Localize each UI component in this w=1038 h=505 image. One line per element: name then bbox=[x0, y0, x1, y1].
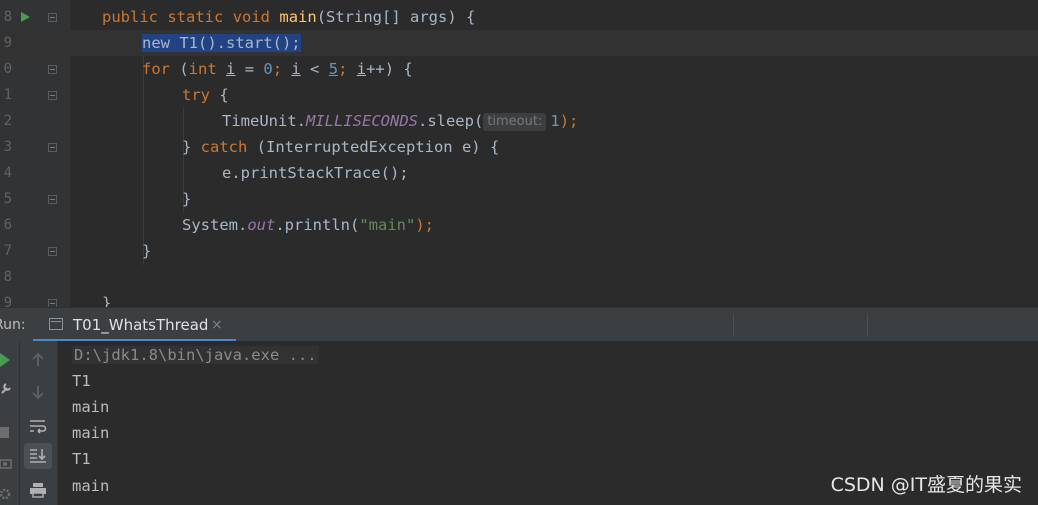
code-text: System.out.println("main"); bbox=[182, 216, 434, 234]
fold-marker-icon[interactable] bbox=[48, 91, 57, 100]
console-output-line: T1 bbox=[72, 372, 91, 390]
code-text: } bbox=[102, 294, 112, 307]
print-button[interactable] bbox=[24, 477, 52, 503]
code-text-selected: new T1().start(); bbox=[142, 34, 301, 52]
code-line: 0 for (int i = 0; i < 5; i++) { bbox=[0, 56, 1038, 82]
code-line: 7 } bbox=[0, 238, 1038, 264]
line-number: 1 bbox=[3, 87, 12, 103]
arrow-down-icon bbox=[32, 386, 44, 400]
line-number: 9 bbox=[3, 295, 12, 307]
code-line: 5 } bbox=[0, 186, 1038, 212]
line-number: 2 bbox=[3, 113, 12, 129]
run-label: Run: bbox=[0, 317, 26, 333]
divider bbox=[867, 314, 868, 336]
watermark: CSDN @IT盛夏的果实 bbox=[830, 474, 1022, 496]
code-text: try { bbox=[182, 86, 229, 104]
soft-wrap-icon bbox=[30, 420, 47, 434]
divider bbox=[733, 314, 734, 336]
code-text: } catch (InterruptedException e) { bbox=[182, 138, 500, 156]
line-number: 5 bbox=[3, 191, 12, 207]
code-line: 4 e.printStackTrace(); bbox=[0, 160, 1038, 186]
console-output-line: main bbox=[72, 477, 110, 495]
line-number: 8 bbox=[3, 9, 12, 25]
code-line: 3 } catch (InterruptedException e) { bbox=[0, 134, 1038, 160]
scroll-down-button[interactable] bbox=[24, 379, 52, 405]
console-output-line: main bbox=[72, 398, 110, 416]
wrench-icon[interactable] bbox=[0, 381, 12, 395]
code-text: for (int i = 0; i < 5; i++) { bbox=[142, 60, 413, 78]
stop-icon[interactable] bbox=[0, 427, 10, 439]
soft-wrap-button[interactable] bbox=[24, 413, 52, 439]
settings-icon[interactable] bbox=[0, 487, 12, 501]
line-number: 8 bbox=[3, 269, 12, 285]
console-command-line: D:\jdk1.8\bin\java.exe ... bbox=[72, 346, 319, 364]
line-number: 6 bbox=[3, 217, 12, 233]
code-line: 6 System.out.println("main"); bbox=[0, 212, 1038, 238]
code-text: TimeUnit.MILLISECONDS.sleep(timeout: 1); bbox=[222, 112, 579, 131]
run-toolbar-secondary bbox=[20, 341, 58, 505]
code-editor[interactable]: 8 public static void main(String[] args)… bbox=[0, 0, 1038, 307]
line-number: 9 bbox=[3, 35, 12, 51]
arrow-up-icon bbox=[32, 352, 44, 366]
fold-marker-icon[interactable] bbox=[48, 13, 57, 22]
close-icon[interactable]: × bbox=[211, 308, 223, 342]
print-icon bbox=[30, 483, 46, 498]
code-line-current: 9 new T1().start(); bbox=[0, 30, 1038, 56]
tab-label: T01_WhatsThread bbox=[73, 316, 209, 334]
parameter-hint: timeout: bbox=[483, 113, 547, 131]
fold-marker-icon[interactable] bbox=[48, 299, 57, 307]
code-line: 9 } bbox=[0, 290, 1038, 307]
scroll-to-end-button[interactable] bbox=[24, 443, 52, 469]
code-text: } bbox=[182, 190, 192, 208]
code-line: 1 try { bbox=[0, 82, 1038, 108]
code-text: public static void main(String[] args) { bbox=[102, 8, 476, 26]
tab-t01-whatsthread[interactable]: T01_WhatsThread × bbox=[33, 308, 236, 342]
console-output-line: T1 bbox=[72, 450, 91, 468]
scroll-up-button[interactable] bbox=[24, 347, 52, 373]
line-number: 3 bbox=[3, 139, 12, 155]
fold-marker-icon[interactable] bbox=[48, 247, 57, 256]
run-toolbar-primary bbox=[0, 341, 20, 505]
rerun-icon[interactable] bbox=[0, 353, 12, 367]
console-tab-icon bbox=[49, 318, 63, 330]
fold-marker-icon[interactable] bbox=[48, 143, 57, 152]
line-number: 7 bbox=[3, 243, 12, 259]
scroll-to-end-icon bbox=[30, 449, 46, 463]
fold-marker-icon[interactable] bbox=[48, 195, 57, 204]
run-gutter-icon[interactable] bbox=[21, 12, 30, 22]
fold-marker-icon[interactable] bbox=[48, 65, 57, 74]
code-line: 2 TimeUnit.MILLISECONDS.sleep(timeout: 1)… bbox=[0, 108, 1038, 134]
console-output-line: main bbox=[72, 424, 110, 442]
code-text: e.printStackTrace(); bbox=[222, 164, 409, 182]
line-number: 4 bbox=[3, 165, 12, 181]
run-panel-header: Run: T01_WhatsThread × bbox=[0, 307, 1038, 342]
code-text: } bbox=[142, 242, 152, 260]
code-line: 8 public static void main(String[] args)… bbox=[0, 4, 1038, 30]
line-number: 0 bbox=[3, 61, 12, 77]
code-line: 8 bbox=[0, 264, 1038, 290]
camera-icon[interactable] bbox=[0, 457, 12, 469]
